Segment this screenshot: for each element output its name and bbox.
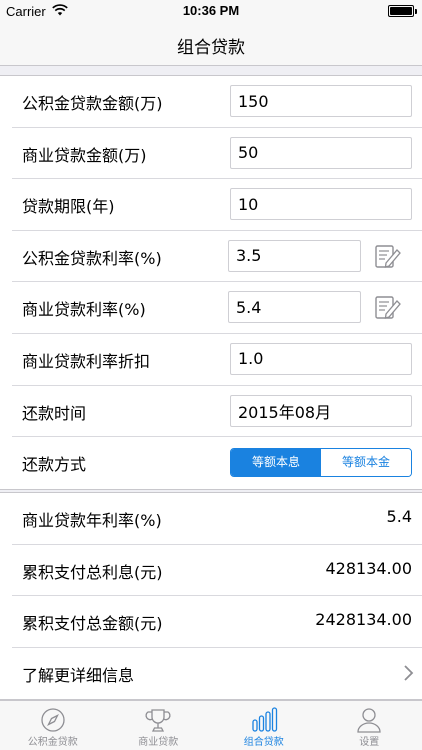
compass-icon [41,708,65,732]
row-term: 贷款期限(年) [12,179,422,231]
repayment-method-control: 等额本息 等额本金 [230,448,412,478]
commercial-amount-label: 商业贷款金额(万) [22,145,147,165]
row-total-payment: 累积支付总金额(元) 2428134.00 [12,596,422,648]
row-commercial-amount: 商业贷款金额(万) [12,128,422,180]
row-discount: 商业贷款利率折扣 [12,334,422,386]
bars-icon [252,707,277,732]
chevron-right-icon [404,665,414,681]
tab-commercial-loan-label: 商业贷款 [138,737,179,748]
status-bar: Carrier 10:36 PM [0,0,422,22]
trophy-icon [145,709,171,732]
method-option-equal-installment[interactable]: 等额本息 [231,449,321,477]
commercial-amount-input[interactable] [230,136,412,169]
tab-combined-loan[interactable]: 组合贷款 [211,701,317,750]
row-start-date: 还款时间 [12,386,422,438]
commercial-rate-input[interactable] [228,291,361,324]
row-details[interactable]: 了解更详细信息 [12,648,422,700]
annual-rate-value: 5.4 [386,507,412,526]
row-annual-rate: 商业贷款年利率(%) 5.4 [12,493,422,545]
tab-bar: 公积金贷款 商业贷款 组合贷款 设置 [0,700,422,750]
fund-rate-label: 公积金贷款利率(%) [22,248,162,268]
results-section: 商业贷款年利率(%) 5.4 累积支付总利息(元) 428134.00 累积支付… [0,492,422,701]
total-payment-value: 2428134.00 [315,610,412,630]
navigation-bar: 组合贷款 [0,22,422,66]
row-method: 还款方式 等额本息 等额本金 [12,437,422,489]
row-fund-amount: 公积金贷款金额(万) [12,76,422,128]
term-label: 贷款期限(年) [22,197,115,217]
tab-settings[interactable]: 设置 [317,701,422,750]
start-date-input[interactable] [230,394,412,427]
method-option-equal-principal[interactable]: 等额本金 [321,449,411,477]
fund-amount-input[interactable] [230,85,412,117]
commercial-rate-label: 商业贷款利率(%) [22,300,146,320]
row-fund-rate: 公积金贷款利率(%) [12,231,422,283]
total-interest-label: 累积支付总利息(元) [22,562,163,582]
discount-input[interactable] [230,342,412,375]
total-payment-label: 累积支付总金额(元) [22,614,163,634]
edit-fund-rate-icon[interactable] [372,241,402,271]
battery-icon [388,5,417,17]
page-title: 组合贷款 [177,38,245,58]
start-date-label: 还款时间 [22,403,87,423]
row-total-interest: 累积支付总利息(元) 428134.00 [12,545,422,597]
details-label: 了解更详细信息 [22,665,135,685]
tab-commercial-loan[interactable]: 商业贷款 [106,701,212,750]
input-section: 公积金贷款金额(万) 商业贷款金额(万) 贷款期限(年) 公积金贷款利率(%) … [0,75,422,490]
clock: 10:36 PM [182,3,240,18]
person-icon [357,708,381,733]
tab-fund-loan[interactable]: 公积金贷款 [0,701,106,750]
tab-settings-label: 设置 [359,737,380,748]
edit-commercial-rate-icon[interactable] [372,292,402,322]
fund-rate-input[interactable] [228,239,361,272]
method-label: 还款方式 [22,455,87,475]
discount-label: 商业贷款利率折扣 [22,351,151,371]
tab-combined-loan-label: 组合贷款 [243,737,284,748]
tab-fund-loan-label: 公积金贷款 [27,737,78,748]
fund-amount-label: 公积金贷款金额(万) [22,94,163,113]
term-input[interactable] [230,188,412,221]
annual-rate-label: 商业贷款年利率(%) [22,511,162,530]
row-commercial-rate: 商业贷款利率(%) [12,282,422,334]
total-interest-value: 428134.00 [325,558,412,578]
